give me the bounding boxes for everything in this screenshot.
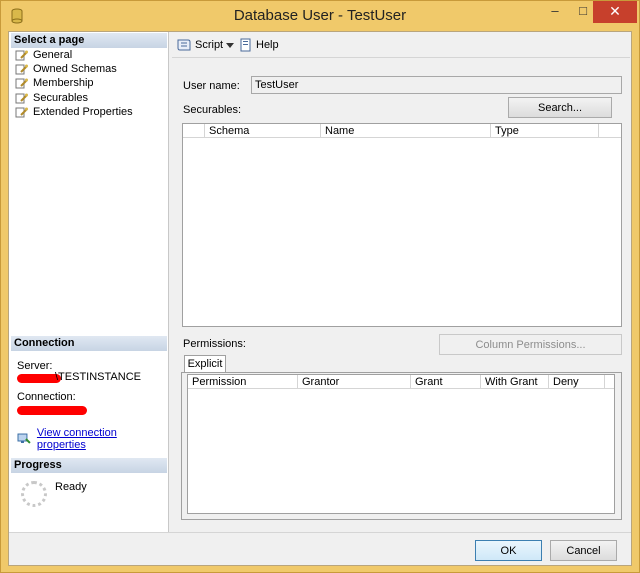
user-name-label: User name: xyxy=(183,80,240,92)
redaction-mark xyxy=(17,406,87,415)
wrench-page-icon xyxy=(15,64,28,74)
script-dropdown-arrow-icon[interactable] xyxy=(226,43,234,48)
securables-row-selector-column xyxy=(183,124,205,138)
permissions-column-grant[interactable]: Grant xyxy=(411,375,481,389)
user-name-input[interactable]: TestUser xyxy=(251,76,622,94)
help-icon xyxy=(240,38,251,52)
select-page-header: Select a page xyxy=(11,33,167,48)
page-item-owned-schemas[interactable]: Owned Schemas xyxy=(15,62,117,76)
connection-header: Connection xyxy=(11,336,167,351)
server-label: Server: xyxy=(17,360,53,372)
securables-grid-header: Schema Name Type xyxy=(183,124,621,138)
progress-spinner-icon xyxy=(21,481,47,507)
connection-label: Connection: xyxy=(17,391,76,403)
wrench-page-icon xyxy=(15,107,28,117)
footer-divider xyxy=(9,532,631,533)
column-permissions-button[interactable]: Column Permissions... xyxy=(439,334,622,355)
minimize-button[interactable]: – xyxy=(541,1,569,23)
dialog-window: Database User - TestUser – □ ✕ Select a … xyxy=(0,0,640,573)
connection-properties-icon xyxy=(17,433,31,444)
progress-status: Ready xyxy=(55,481,87,493)
permissions-label: Permissions: xyxy=(183,338,246,350)
page-item-extended-properties[interactable]: Extended Properties xyxy=(15,105,133,119)
script-icon xyxy=(177,39,191,51)
view-connection-properties[interactable]: View connection properties xyxy=(17,427,168,451)
page-item-label: Extended Properties xyxy=(33,106,133,118)
wrench-page-icon xyxy=(15,78,28,88)
securables-column-name[interactable]: Name xyxy=(321,124,491,138)
permissions-column-deny[interactable]: Deny xyxy=(549,375,605,389)
permissions-column-with-grant[interactable]: With Grant xyxy=(481,375,549,389)
left-pane: Select a page General Owned Schemas Memb… xyxy=(9,32,169,532)
page-item-label: General xyxy=(33,49,73,61)
wrench-page-icon xyxy=(15,50,28,60)
page-item-label: Owned Schemas xyxy=(33,63,117,75)
page-item-label: Membership xyxy=(33,77,94,89)
permissions-column-permission[interactable]: Permission xyxy=(188,375,298,389)
page-item-securables[interactable]: Securables xyxy=(15,91,88,105)
page-item-general[interactable]: General xyxy=(15,48,72,62)
tab-explicit[interactable]: Explicit xyxy=(184,355,226,373)
permissions-tab-panel: Permission Grantor Grant With Grant Deny xyxy=(181,372,622,520)
progress-header: Progress xyxy=(11,458,167,473)
server-value: \TESTINSTANCE xyxy=(55,371,141,383)
permissions-column-grantor[interactable]: Grantor xyxy=(298,375,411,389)
permissions-grid[interactable]: Permission Grantor Grant With Grant Deny xyxy=(187,374,615,514)
toolbar-divider xyxy=(172,57,630,58)
securables-column-type[interactable]: Type xyxy=(491,124,599,138)
search-button[interactable]: Search... xyxy=(508,97,612,118)
page-item-membership[interactable]: Membership xyxy=(15,76,94,90)
securables-grid[interactable]: Schema Name Type xyxy=(182,123,622,327)
wrench-page-icon xyxy=(15,93,28,103)
help-label: Help xyxy=(256,39,279,51)
permissions-grid-header: Permission Grantor Grant With Grant Deny xyxy=(188,375,614,389)
securables-label: Securables: xyxy=(183,104,242,116)
title-bar[interactable]: Database User - TestUser – □ ✕ xyxy=(1,1,639,31)
cancel-button[interactable]: Cancel xyxy=(550,540,617,561)
ok-button[interactable]: OK xyxy=(475,540,542,561)
view-connection-link-text[interactable]: View connection properties xyxy=(37,427,168,451)
close-button[interactable]: ✕ xyxy=(593,1,637,23)
dialog-client-area: Select a page General Owned Schemas Memb… xyxy=(8,31,632,566)
script-button[interactable]: Script xyxy=(176,38,223,52)
help-button[interactable]: Help xyxy=(239,38,279,52)
securables-column-schema[interactable]: Schema xyxy=(205,124,321,138)
page-item-label: Securables xyxy=(33,92,89,104)
script-label: Script xyxy=(195,39,224,51)
